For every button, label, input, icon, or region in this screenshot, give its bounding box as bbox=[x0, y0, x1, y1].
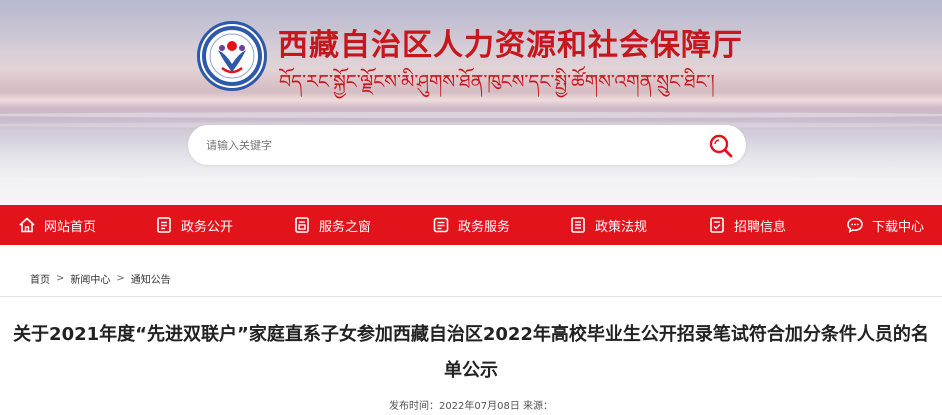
breadcrumb: 首页 > 新闻中心 > 通知公告 bbox=[30, 270, 171, 286]
nav-item-home[interactable]: 网站首页 bbox=[18, 205, 96, 245]
main-nav: 网站首页 政务公开 服务之窗 政务服务 政策法规 招聘信息 下载中心 bbox=[0, 205, 942, 245]
breadcrumb-separator: > bbox=[56, 272, 65, 284]
banner-wave bbox=[0, 176, 942, 182]
nav-item-government-affairs[interactable]: 政务公开 bbox=[155, 205, 233, 245]
nav-item-label: 网站首页 bbox=[44, 219, 97, 235]
breadcrumb-separator: > bbox=[116, 272, 125, 284]
site-logo[interactable] bbox=[197, 21, 267, 91]
breadcrumb-home[interactable]: 首页 bbox=[30, 271, 50, 286]
search-box bbox=[188, 125, 746, 165]
search-icon[interactable] bbox=[708, 133, 734, 159]
nav-item-recruitment[interactable]: 招聘信息 bbox=[708, 205, 786, 245]
nav-item-download-center[interactable]: 下载中心 bbox=[846, 205, 924, 245]
policy-icon bbox=[571, 217, 585, 233]
nav-item-service-window[interactable]: 服务之窗 bbox=[293, 205, 371, 245]
article-meta: 发布时间：2022年07月08日 来源： bbox=[388, 401, 554, 412]
search-input[interactable] bbox=[206, 125, 686, 165]
header-banner: 西藏自治区人力资源和社会保障厅 བོད་རང་སྐྱོང་ལྗོངས་མི་ཤུ… bbox=[0, 0, 942, 205]
nav-item-label: 政务公开 bbox=[181, 219, 234, 235]
nav-item-label: 服务之窗 bbox=[319, 219, 372, 235]
affairs-icon bbox=[433, 217, 449, 233]
recruit-icon bbox=[710, 217, 724, 233]
nav-item-label: 下载中心 bbox=[872, 219, 925, 235]
nav-item-policies[interactable]: 政策法规 bbox=[569, 205, 647, 245]
nav-item-government-services[interactable]: 政务服务 bbox=[432, 205, 510, 245]
nav-item-label: 政策法规 bbox=[595, 219, 648, 235]
download-chat-icon bbox=[847, 217, 863, 233]
home-icon bbox=[19, 217, 35, 233]
nav-item-label: 招聘信息 bbox=[734, 219, 787, 235]
service-window-icon bbox=[295, 217, 309, 233]
nav-item-label: 政务服务 bbox=[458, 219, 511, 235]
article-title: 关于2021年度“先进双联户”家庭直系子女参加西藏自治区2022年高校毕业生公开… bbox=[13, 324, 929, 381]
breadcrumb-news-center[interactable]: 新闻中心 bbox=[70, 271, 110, 286]
site-title: 西藏自治区人力资源和社会保障厅 bbox=[278, 28, 743, 63]
site-title-tibetan: བོད་རང་སྐྱོང་ལྗོངས་མི་ཤུགས་ཐོན་ཁུངས་དང་ས… bbox=[279, 71, 715, 93]
breadcrumb-notices[interactable]: 通知公告 bbox=[131, 271, 171, 286]
logo-emblem-icon bbox=[202, 26, 262, 86]
document-icon bbox=[157, 217, 171, 233]
divider bbox=[0, 296, 942, 297]
